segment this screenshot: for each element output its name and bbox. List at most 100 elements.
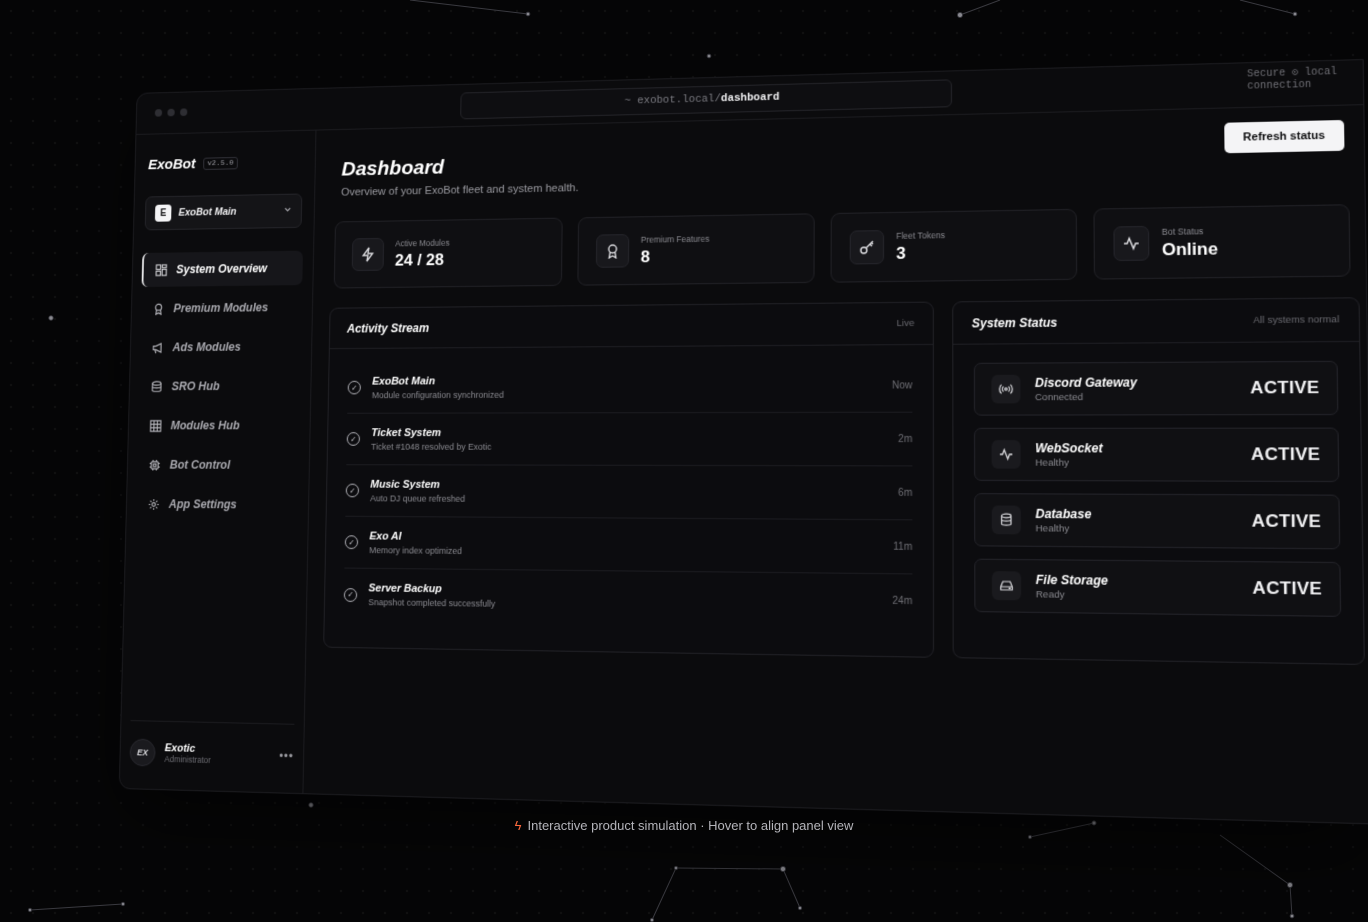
version-badge: v2.5.0: [203, 157, 239, 170]
activity-time: 24m: [892, 596, 912, 608]
sidebar-item-label: App Settings: [169, 497, 237, 511]
user-info: Exotic Administrator: [164, 742, 211, 765]
sidebar-item-label: System Overview: [176, 262, 267, 277]
check-circle-icon: ✓: [344, 588, 357, 602]
sidebar-item-sro-hub[interactable]: SRO Hub: [139, 369, 301, 404]
panel-header: System Status All systems normal: [953, 298, 1359, 344]
sidebar-item-label: Ads Modules: [172, 340, 240, 354]
broadcast-icon: [991, 375, 1020, 404]
activity-item[interactable]: ✓ Exo AI Memory index optimized 11m: [344, 517, 912, 575]
megaphone-icon: [151, 341, 164, 354]
status-badge: ACTIVE: [1252, 578, 1322, 600]
sidebar-item-ads-modules[interactable]: Ads Modules: [140, 329, 302, 365]
address-bar[interactable]: ~ exobot.local/dashboard: [460, 79, 952, 119]
sidebar: ExoBot v2.5.0 E ExoBot Main System Overv…: [120, 131, 317, 794]
cpu-icon: [148, 458, 161, 471]
check-circle-icon: ✓: [345, 535, 358, 549]
database-icon: [992, 505, 1021, 534]
activity-title: Server Backup: [368, 583, 495, 596]
activity-item[interactable]: ✓ Ticket System Ticket #1048 resolved by…: [346, 413, 912, 467]
live-indicator: Live: [897, 318, 915, 329]
gear-icon: [147, 497, 160, 511]
maximize-dot[interactable]: [180, 108, 187, 116]
refresh-status-button[interactable]: Refresh status: [1224, 120, 1345, 153]
secure-connection-note: Secure ⊙ local connection: [1247, 67, 1344, 94]
panel-header: Activity Stream Live: [330, 303, 933, 350]
activity-time: Now: [892, 380, 912, 391]
stat-value: 8: [641, 246, 710, 267]
user-profile[interactable]: EX Exotic Administrator •••: [129, 720, 294, 773]
status-card-database[interactable]: Database Healthy ACTIVE: [974, 493, 1340, 549]
sidebar-item-label: Premium Modules: [173, 301, 268, 315]
close-dot[interactable]: [155, 109, 162, 117]
stat-value: 24 / 28: [395, 250, 450, 270]
sidebar-item-bot-control[interactable]: Bot Control: [137, 447, 299, 482]
status-name: File Storage: [1036, 572, 1108, 587]
system-status-list: Discord Gateway Connected ACTIVE WebSock…: [953, 342, 1363, 617]
activity-item[interactable]: ✓ Music System Auto DJ queue refreshed 6…: [345, 465, 912, 520]
bot-avatar: E: [155, 204, 172, 221]
activity-detail: Ticket #1048 resolved by Exotic: [371, 441, 491, 451]
stat-card-bot-status: Bot Status Online: [1093, 204, 1350, 279]
activity-title: ExoBot Main: [372, 375, 504, 387]
stage-background: ~ exobot.local/dashboard Secure ⊙ local …: [0, 0, 1368, 922]
activity-item[interactable]: ✓ Server Backup Snapshot completed succe…: [343, 569, 912, 629]
page-subtitle: Overview of your ExoBot fleet and system…: [341, 182, 579, 198]
app-window: ~ exobot.local/dashboard Secure ⊙ local …: [119, 59, 1368, 824]
activity-detail: Module configuration synchronized: [372, 389, 504, 399]
status-card-file-storage[interactable]: File Storage Ready ACTIVE: [974, 559, 1341, 617]
bot-selector-label: ExoBot Main: [178, 205, 276, 218]
status-badge: ACTIVE: [1250, 378, 1319, 399]
award-icon: [152, 302, 165, 315]
simulation-caption: ϟ Interactive product simulation · Hover …: [0, 818, 1368, 833]
stat-card-active-modules: Active Modules 24 / 28: [334, 218, 563, 289]
bolt-icon: ϟ: [515, 818, 522, 833]
stat-card-fleet-tokens: Fleet Tokens 3: [831, 209, 1078, 283]
grid-icon: [154, 263, 167, 276]
brand: ExoBot v2.5.0: [148, 155, 238, 173]
stat-card-premium-features: Premium Features 8: [577, 213, 814, 285]
status-card-discord-gateway[interactable]: Discord Gateway Connected ACTIVE: [974, 361, 1339, 416]
status-card-websocket[interactable]: WebSocket Healthy ACTIVE: [974, 428, 1339, 482]
sidebar-item-label: SRO Hub: [171, 379, 219, 393]
url-prefix: ~ exobot.local/: [624, 93, 721, 107]
database-icon: [150, 380, 163, 393]
activity-detail: Snapshot completed successfully: [368, 597, 495, 609]
pulse-icon: [992, 440, 1021, 469]
sidebar-item-modules-hub[interactable]: Modules Hub: [138, 408, 300, 443]
status-name: Discord Gateway: [1035, 375, 1137, 390]
chevron-down-icon: [283, 205, 292, 217]
bot-selector[interactable]: E ExoBot Main: [145, 193, 303, 230]
check-circle-icon: ✓: [346, 484, 359, 498]
sidebar-item-system-overview[interactable]: System Overview: [142, 251, 303, 287]
page-title: Dashboard: [341, 156, 444, 181]
panel-title: Activity Stream: [347, 321, 429, 335]
sidebar-item-label: Modules Hub: [171, 419, 240, 432]
bolt-icon: [352, 238, 384, 271]
status-badge: ACTIVE: [1252, 511, 1322, 532]
check-circle-icon: ✓: [348, 381, 361, 395]
minimize-dot[interactable]: [167, 109, 174, 117]
user-role: Administrator: [164, 754, 210, 765]
key-icon: [850, 230, 884, 264]
activity-detail: Memory index optimized: [369, 545, 462, 556]
activity-detail: Auto DJ queue refreshed: [370, 493, 465, 503]
panel-title: System Status: [972, 315, 1058, 330]
activity-title: Music System: [370, 478, 465, 490]
activity-title: Exo AI: [369, 530, 462, 543]
sidebar-item-app-settings[interactable]: App Settings: [136, 487, 299, 523]
activity-title: Ticket System: [371, 427, 491, 439]
caption-text: Interactive product simulation · Hover t…: [528, 818, 854, 833]
more-options-icon[interactable]: •••: [279, 749, 294, 763]
sidebar-item-premium-modules[interactable]: Premium Modules: [141, 290, 303, 326]
stat-label: Fleet Tokens: [896, 230, 945, 241]
systems-summary: All systems normal: [1253, 314, 1339, 326]
activity-time: 2m: [898, 433, 912, 444]
activity-item[interactable]: ✓ ExoBot Main Module configuration synch…: [347, 359, 912, 414]
stat-label: Premium Features: [641, 233, 710, 244]
check-circle-icon: ✓: [347, 432, 360, 446]
url-path: dashboard: [721, 92, 780, 105]
activity-list: ✓ ExoBot Main Module configuration synch…: [325, 345, 933, 629]
sidebar-item-label: Bot Control: [170, 458, 231, 472]
sidebar-nav: System Overview Premium Modules Ads Modu…: [135, 251, 303, 528]
